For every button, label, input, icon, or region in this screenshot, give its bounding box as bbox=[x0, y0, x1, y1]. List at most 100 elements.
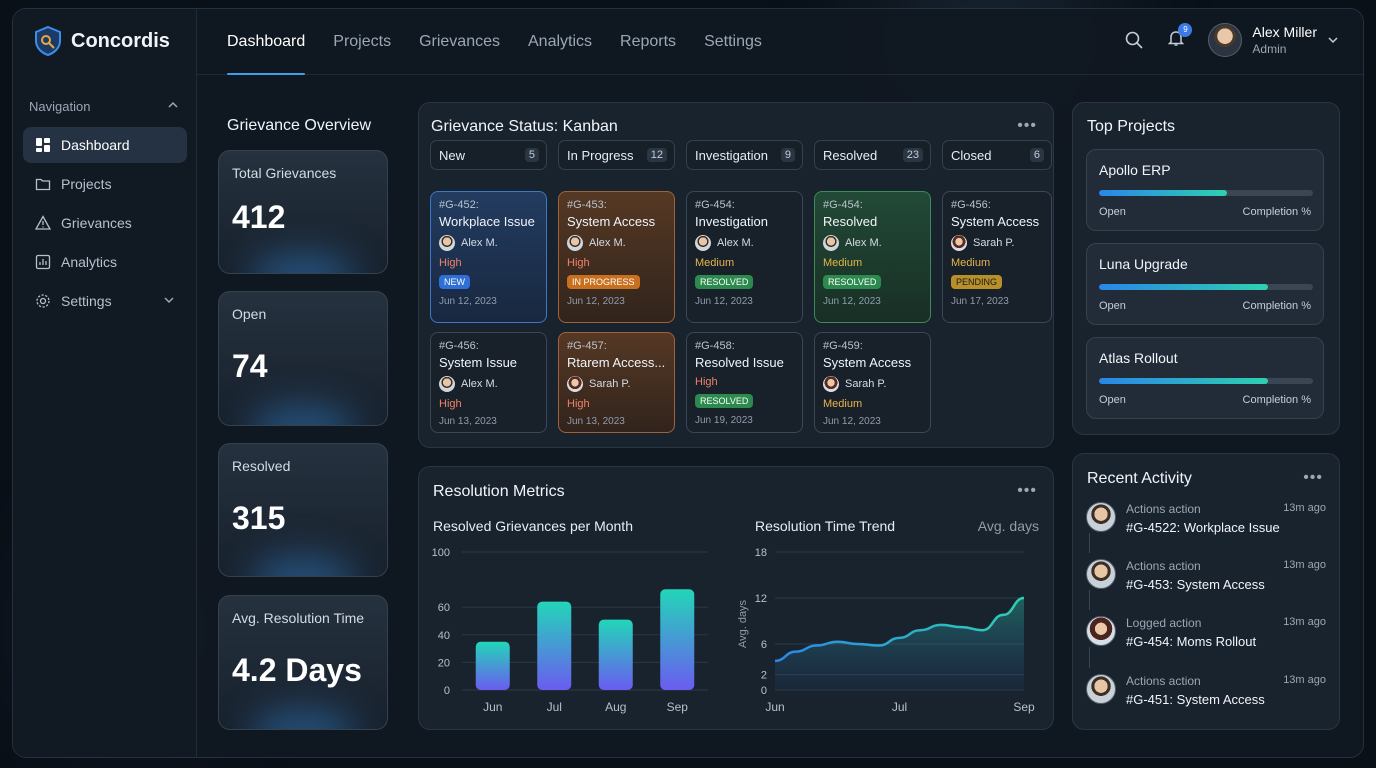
sidebar-item-grievances[interactable]: Grievances bbox=[23, 205, 187, 241]
user-role: Admin bbox=[1252, 42, 1287, 56]
card-priority: High bbox=[567, 398, 590, 410]
card-id: #G-457: bbox=[567, 340, 607, 352]
kanban-column-closed[interactable]: Closed 6 bbox=[942, 140, 1052, 170]
bar-chart-title: Resolved Grievances per Month bbox=[433, 518, 633, 534]
sidebar-item-settings[interactable]: Settings bbox=[23, 283, 187, 319]
card-title: System Access bbox=[567, 214, 656, 229]
search-icon[interactable] bbox=[1124, 30, 1144, 50]
nav-heading[interactable]: Navigation bbox=[29, 99, 179, 114]
bar[interactable] bbox=[660, 589, 695, 690]
stat-total-grievances[interactable]: Total Grievances 412 bbox=[218, 150, 388, 274]
card-priority: High bbox=[439, 398, 462, 410]
avatar bbox=[1086, 616, 1116, 646]
y-tick-label: 100 bbox=[432, 547, 450, 559]
avatar bbox=[439, 376, 455, 392]
grievance-card[interactable]: #G-457: Rtarem Access... Sarah P. High Jun 1… bbox=[558, 332, 675, 433]
tab-dashboard[interactable]: Dashboard bbox=[227, 9, 306, 75]
overview-title: Grievance Overview bbox=[227, 117, 372, 134]
activity-type: Actions action bbox=[1126, 559, 1201, 573]
sidebar-item-label: Analytics bbox=[61, 254, 118, 270]
assignee-name: Alex M. bbox=[845, 237, 882, 249]
tab-reports[interactable]: Reports bbox=[620, 9, 676, 75]
logo[interactable]: Concordis bbox=[33, 25, 170, 57]
more-icon[interactable]: ••• bbox=[1017, 482, 1037, 500]
assignee-name: Alex M. bbox=[461, 237, 498, 249]
avatar bbox=[567, 235, 583, 251]
activity-type: Logged action bbox=[1126, 616, 1202, 630]
sidebar-item-dashboard[interactable]: Dashboard bbox=[23, 127, 187, 163]
user-menu[interactable]: Alex Miller Admin bbox=[1208, 23, 1339, 57]
project-card[interactable]: Apollo ERP Open Completion % bbox=[1086, 149, 1324, 231]
sidebar-item-analytics[interactable]: Analytics bbox=[23, 244, 187, 280]
project-card[interactable]: Luna Upgrade Open Completion % bbox=[1086, 243, 1324, 325]
card-assignee: Alex M. bbox=[439, 376, 538, 392]
status-badge: RESOLVED bbox=[823, 275, 882, 289]
project-card[interactable]: Atlas Rollout Open Completion % bbox=[1086, 337, 1324, 419]
avatar bbox=[1086, 559, 1116, 589]
kanban-column-resolved[interactable]: Resolved 23 bbox=[814, 140, 931, 170]
avatar bbox=[823, 376, 839, 392]
x-tick-label: Aug bbox=[605, 700, 626, 714]
column-label: Closed bbox=[951, 147, 992, 163]
grievance-card[interactable]: #G-456: System Access Sarah P. Medium PENDIN… bbox=[942, 191, 1052, 323]
more-icon[interactable]: ••• bbox=[1017, 117, 1037, 135]
stat-avg-resolution-time[interactable]: Avg. Resolution Time 4.2 Days bbox=[218, 595, 388, 730]
assignee-name: Alex M. bbox=[589, 237, 626, 249]
x-tick-label: Jul bbox=[547, 700, 562, 714]
chevron-down-icon bbox=[164, 297, 174, 304]
more-icon[interactable]: ••• bbox=[1303, 469, 1323, 487]
activity-item[interactable]: Logged action 13m ago #G-454: Moms Rollout bbox=[1086, 616, 1326, 664]
project-name: Apollo ERP bbox=[1099, 162, 1171, 178]
status-badge: NEW bbox=[439, 275, 470, 289]
card-priority: High bbox=[439, 257, 462, 269]
grievance-card[interactable]: #G-454: Investigation Alex M. Medium RESOLVE… bbox=[686, 191, 803, 323]
assignee-name: Alex M. bbox=[461, 378, 498, 390]
stat-open[interactable]: Open 74 bbox=[218, 291, 388, 426]
kanban-column-in-progress[interactable]: In Progress 12 bbox=[558, 140, 675, 170]
stat-value: 412 bbox=[232, 199, 286, 235]
bar[interactable] bbox=[475, 641, 510, 690]
x-tick-label: Jun bbox=[483, 700, 502, 714]
y-tick-label: 20 bbox=[438, 657, 450, 669]
grievance-card[interactable]: #G-452: Workplace Issue Alex M. High NEW Jun … bbox=[430, 191, 547, 323]
card-assignee: Sarah P. bbox=[951, 235, 1043, 251]
sidebar: Concordis Navigation Dashboard Projects … bbox=[13, 9, 197, 757]
stat-label: Avg. Resolution Time bbox=[232, 610, 365, 626]
status-badge: RESOLVED bbox=[695, 394, 754, 408]
sidebar-item-projects[interactable]: Projects bbox=[23, 166, 187, 202]
grievance-card[interactable]: #G-453: System Access Alex M. High IN PROGRE… bbox=[558, 191, 675, 323]
grievance-card[interactable]: #G-459: System Access Sarah P. Medium Jun 12… bbox=[814, 332, 931, 433]
card-priority: Medium bbox=[823, 257, 863, 269]
notifications-button[interactable]: 9 bbox=[1166, 22, 1193, 53]
y-tick-label: 0 bbox=[444, 685, 450, 697]
activity-item[interactable]: Actions action 13m ago #G-453: System Acce… bbox=[1086, 559, 1326, 607]
x-tick-label: Sep bbox=[667, 700, 689, 714]
kanban-column-new[interactable]: New 5 bbox=[430, 140, 547, 170]
grievance-card[interactable]: #G-456: System Issue Alex M. High Jun 13, 20… bbox=[430, 332, 547, 433]
grievance-card[interactable]: #G-454: Resolved Alex M. Medium RESOLVED Jun … bbox=[814, 191, 931, 323]
activity-item[interactable]: Actions action 13m ago #G-451: System Acce… bbox=[1086, 674, 1326, 722]
tab-grievances[interactable]: Grievances bbox=[419, 9, 500, 75]
stat-label: Open bbox=[232, 306, 267, 322]
open-label: Open bbox=[1099, 206, 1126, 218]
gear-icon bbox=[36, 294, 50, 308]
avatar bbox=[1086, 502, 1116, 532]
tab-settings[interactable]: Settings bbox=[704, 9, 762, 75]
tab-analytics[interactable]: Analytics bbox=[528, 9, 592, 75]
stat-resolved[interactable]: Resolved 315 bbox=[218, 443, 388, 577]
card-title: System Issue bbox=[439, 355, 518, 370]
bar[interactable] bbox=[537, 601, 572, 690]
stat-glow bbox=[249, 405, 357, 425]
warning-icon bbox=[35, 215, 51, 230]
card-id: #G-454: bbox=[695, 199, 735, 211]
line-chart-unit: Avg. days bbox=[977, 518, 1039, 534]
bar[interactable] bbox=[598, 619, 633, 690]
stat-glow bbox=[249, 253, 357, 273]
tab-projects[interactable]: Projects bbox=[333, 9, 391, 75]
progress-fill bbox=[1099, 378, 1269, 384]
kanban-column-investigation[interactable]: Investigation 9 bbox=[686, 140, 803, 170]
activity-item[interactable]: Actions action 13m ago #G-4522: Workplace … bbox=[1086, 502, 1326, 550]
grievance-card[interactable]: #G-458: Resolved Issue High RESOLVED Jun 19,… bbox=[686, 332, 803, 433]
card-title: Resolved Issue bbox=[695, 355, 784, 370]
x-tick-label: Jul bbox=[892, 700, 907, 714]
